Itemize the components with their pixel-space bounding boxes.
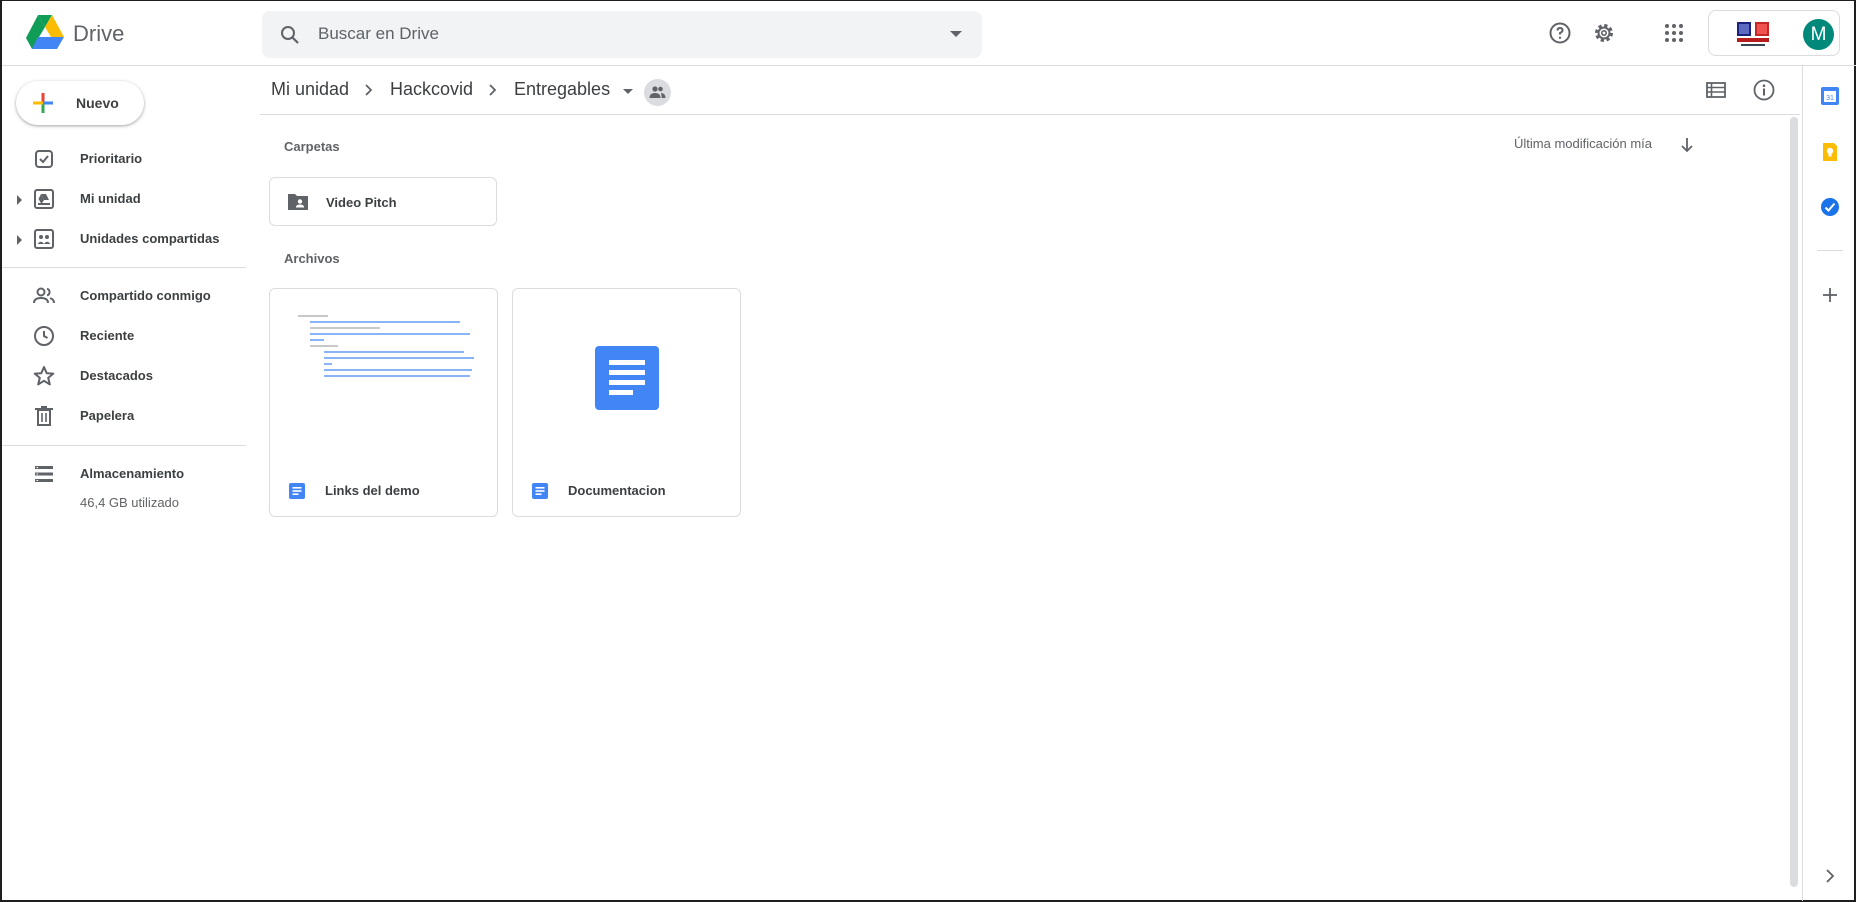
sidebar-item-label: Almacenamiento	[80, 466, 185, 481]
rail-divider	[1817, 250, 1843, 251]
priority-icon	[35, 150, 53, 168]
avatar[interactable]: M	[1803, 19, 1834, 50]
calendar-icon[interactable]: 31	[1820, 86, 1840, 106]
help-icon[interactable]	[1548, 21, 1572, 45]
sidebar-item-shared-with-me[interactable]: Compartido conmigo	[2, 280, 246, 312]
breadcrumb: Mi unidad Hackcovid Entregables	[260, 66, 1800, 115]
star-icon	[33, 366, 55, 386]
svg-text:31: 31	[1826, 95, 1834, 102]
files-section-title: Archivos	[284, 251, 340, 266]
google-docs-icon	[595, 346, 659, 410]
sort-option[interactable]: Última modificación mía	[1514, 136, 1652, 151]
scrollbar[interactable]	[1790, 117, 1798, 887]
shared-folder-badge[interactable]	[644, 79, 671, 106]
trash-icon	[35, 406, 53, 426]
arrow-down-icon[interactable]	[1679, 136, 1695, 154]
chevron-right-icon	[365, 84, 373, 96]
storage-usage-text: 46,4 GB utilizado	[80, 495, 180, 510]
sidebar-item-my-drive[interactable]: Mi unidad	[2, 183, 246, 215]
folder-card[interactable]: Video Pitch	[269, 177, 497, 226]
info-icon[interactable]	[1752, 78, 1776, 102]
sidebar-item-label: Reciente	[80, 328, 135, 343]
app-title[interactable]: Drive	[73, 21, 124, 47]
shared-folder-icon	[288, 194, 308, 210]
file-card[interactable]: Documentacion	[512, 288, 741, 517]
file-name: Documentacion	[568, 483, 666, 498]
sidebar-item-priority[interactable]: Prioritario	[2, 143, 246, 175]
sidebar-divider	[2, 445, 246, 446]
sidebar-item-label: Destacados	[80, 368, 153, 383]
add-addon-icon[interactable]	[1820, 285, 1840, 305]
clock-icon	[34, 326, 54, 346]
sidebar-item-label: Compartido conmigo	[80, 288, 211, 303]
organization-crest-icon	[1737, 22, 1769, 46]
file-card[interactable]: Links del demo	[269, 288, 498, 517]
account-switcher[interactable]: M	[1708, 10, 1840, 56]
sidebar-item-label: Mi unidad	[80, 191, 141, 206]
tasks-icon[interactable]	[1820, 197, 1840, 217]
sidebar-item-label: Papelera	[80, 408, 135, 423]
breadcrumb-item-current-folder[interactable]: Entregables	[514, 79, 610, 100]
folder-name: Video Pitch	[326, 195, 397, 210]
google-docs-icon	[289, 483, 305, 499]
people-icon	[33, 287, 55, 304]
side-panel-rail: 31	[1802, 66, 1856, 901]
keep-icon[interactable]	[1820, 142, 1840, 162]
shared-drives-icon	[34, 229, 54, 249]
search-input[interactable]: Buscar en Drive	[318, 24, 439, 44]
search-icon[interactable]	[278, 23, 302, 47]
sidebar-item-trash[interactable]: Papelera	[2, 400, 246, 432]
list-view-icon[interactable]	[1705, 79, 1727, 101]
sidebar-item-storage[interactable]: Almacenamiento	[2, 458, 246, 490]
sidebar-item-recent[interactable]: Reciente	[2, 320, 246, 352]
sidebar-item-label: Unidades compartidas	[80, 231, 220, 246]
search-options-icon[interactable]	[950, 31, 962, 37]
apps-grid-icon[interactable]	[1662, 21, 1686, 45]
my-drive-icon	[34, 189, 54, 209]
chevron-right-icon	[489, 84, 497, 96]
chevron-right-icon[interactable]	[1820, 866, 1840, 886]
sidebar-item-label: Prioritario	[80, 151, 143, 166]
new-button-label: Nuevo	[76, 95, 119, 111]
file-thumbnail	[270, 289, 497, 459]
gear-icon[interactable]	[1592, 21, 1616, 45]
search-bar[interactable]: Buscar en Drive	[262, 11, 982, 58]
google-docs-icon	[532, 483, 548, 499]
folder-menu-arrow-icon[interactable]	[623, 89, 633, 94]
storage-icon	[35, 466, 53, 482]
sidebar-item-shared-drives[interactable]: Unidades compartidas	[2, 223, 246, 255]
expand-arrow-icon[interactable]	[17, 195, 22, 205]
breadcrumb-item-my-drive[interactable]: Mi unidad	[271, 79, 349, 100]
sidebar-divider	[2, 267, 246, 268]
expand-arrow-icon[interactable]	[17, 235, 22, 245]
plus-icon	[33, 93, 53, 113]
sidebar-item-starred[interactable]: Destacados	[2, 360, 246, 392]
folders-section-title: Carpetas	[284, 139, 340, 154]
breadcrumb-item-hackcovid[interactable]: Hackcovid	[390, 79, 473, 100]
file-name: Links del demo	[325, 483, 420, 498]
file-thumbnail	[513, 289, 740, 459]
drive-logo-icon[interactable]	[26, 15, 64, 49]
people-icon	[649, 86, 666, 98]
app-header: Drive Buscar en Drive M	[2, 1, 1856, 66]
new-button[interactable]: Nuevo	[16, 81, 144, 125]
